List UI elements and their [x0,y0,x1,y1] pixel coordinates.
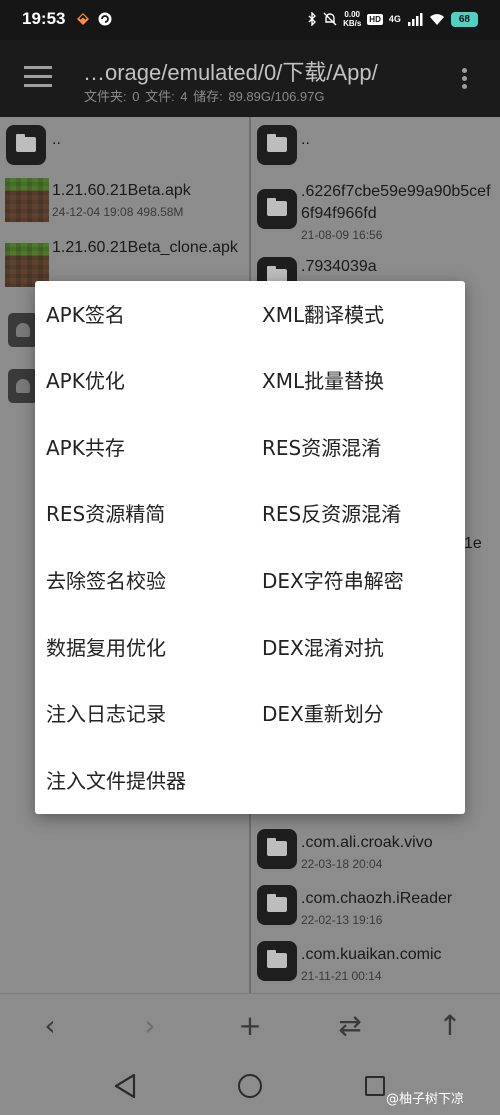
option-dex-anti-obfuscate[interactable]: DEX混淆对抗 [262,620,384,676]
swap-panes-button[interactable]: ⇄ [332,1008,368,1044]
network-type: 4G [388,14,401,24]
folder-row[interactable]: .com.kuaikan.comic 21-11-21 00:14 [251,929,500,985]
add-button[interactable]: + [232,1008,268,1044]
folder-meta: 22-03-18 20:04 [301,857,383,871]
watermark-text: @柚子树下凉 [386,1092,465,1107]
folder-name-fragment: 1e [464,535,482,552]
net-speed-unit: KB/s [343,19,362,28]
parent-dir-row[interactable]: .. [251,117,500,173]
menu-button[interactable] [24,66,52,88]
folder-icon [257,125,297,165]
menu-icon-line [24,75,52,78]
nav-recents-icon[interactable] [365,1076,385,1096]
option-remove-sig-check[interactable]: 去除签名校验 [46,553,166,609]
option-res-deobfuscate[interactable]: RES反资源混淆 [262,486,401,542]
menu-icon-line [24,66,52,69]
file-row[interactable]: 1.21.60.21Beta.apk 24-12-04 19:08 498.58… [0,173,249,229]
bottom-action-bar: ‹ › + ⇄ ↑ [0,993,500,1059]
nav-back-icon[interactable] [113,1073,137,1099]
forward-button[interactable]: › [132,1008,168,1044]
app-toolbar: …orage/emulated/0/下载/App/ 文件夹: 0 文件: 4 储… [0,40,500,117]
android-apk-icon [8,313,38,347]
status-right-icons: 0.00 KB/s HD 4G 68 [307,10,478,28]
sync-icon [98,12,112,26]
file-meta: 24-12-04 19:08 498.58M [52,205,184,219]
folder-name: .6226f7cbe59e99a90b5cef6f94f966fd [301,183,491,222]
option-inject-file-provider[interactable]: 注入文件提供器 [46,753,186,809]
minecraft-apk-icon [5,178,49,222]
folder-row[interactable]: .6226f7cbe59e99a90b5cef6f94f966fd 21-08-… [251,177,500,249]
menu-icon-line [24,84,52,87]
folder-icon [257,941,297,981]
option-xml-batch-replace[interactable]: XML批量替换 [262,353,384,409]
system-nav-bar: @柚子树下凉 [0,1059,500,1115]
folder-row[interactable]: .com.ali.croak.vivo 22-03-18 20:04 [251,817,500,873]
option-dex-redivide[interactable]: DEX重新划分 [262,686,384,742]
status-time: 19:53 [22,9,66,28]
nav-home-icon[interactable] [238,1074,262,1098]
option-apk-coexist[interactable]: APK共存 [46,420,125,476]
parent-dir-row[interactable]: .. [0,117,249,173]
file-name: 1.21.60.21Beta.apk [52,182,191,199]
more-options-icon[interactable] [462,68,468,92]
folder-name: .com.chaozh.iReader [301,890,453,907]
folder-row[interactable]: .com.chaozh.iReader 22-02-13 19:16 [251,873,500,929]
notification-icon [77,13,89,25]
folder-name: .com.kuaikan.comic [301,946,442,963]
silent-icon [323,12,337,26]
folder-name: .7934039a [301,258,377,275]
option-res-obfuscate[interactable]: RES资源混淆 [262,420,381,476]
status-bar: 19:53 0.00 KB/s HD 4G 68 [0,0,500,40]
hd-badge: HD [367,13,383,25]
option-apk-sign[interactable]: APK签名 [46,287,125,343]
folder-meta: 21-11-21 00:14 [301,969,382,983]
file-name: 1.21.60.21Beta_clone.apk [52,239,238,256]
folder-meta: 22-02-13 19:16 [301,913,383,927]
battery-indicator: 68 [450,11,478,27]
net-speed: 0.00 KB/s [343,10,361,28]
wifi-icon [429,13,444,25]
folder-icon [6,125,46,165]
option-inject-logging[interactable]: 注入日志记录 [46,686,166,742]
current-path: …orage/emulated/0/下载/App/ [83,60,378,85]
option-res-shrink[interactable]: RES资源精简 [46,486,165,542]
option-xml-translate[interactable]: XML翻译模式 [262,287,384,343]
android-apk-icon [8,369,38,403]
net-speed-value: 0.00 [344,10,360,19]
back-button[interactable]: ‹ [32,1008,68,1044]
folder-icon [257,829,297,869]
parent-dir-label: .. [52,131,61,148]
parent-dir-button[interactable]: ↑ [432,1008,468,1044]
storage-info: 文件夹: 0 文件: 4 储存: 89.89G/106.97G [84,89,325,104]
folder-name: .com.ali.croak.vivo [301,834,433,851]
bluetooth-icon [308,12,317,26]
signal-icon [407,12,423,26]
parent-dir-label: .. [301,131,310,148]
folder-icon [257,189,297,229]
status-left-icons [75,11,113,27]
tools-dialog: APK签名 XML翻译模式 APK优化 XML批量替换 APK共存 RES资源混… [35,281,465,814]
option-dex-string-decrypt[interactable]: DEX字符串解密 [262,553,404,609]
option-apk-optimize[interactable]: APK优化 [46,353,125,409]
folder-meta: 21-08-09 16:56 [301,228,383,242]
option-data-reuse-optimize[interactable]: 数据复用优化 [46,620,166,676]
folder-icon [257,885,297,925]
